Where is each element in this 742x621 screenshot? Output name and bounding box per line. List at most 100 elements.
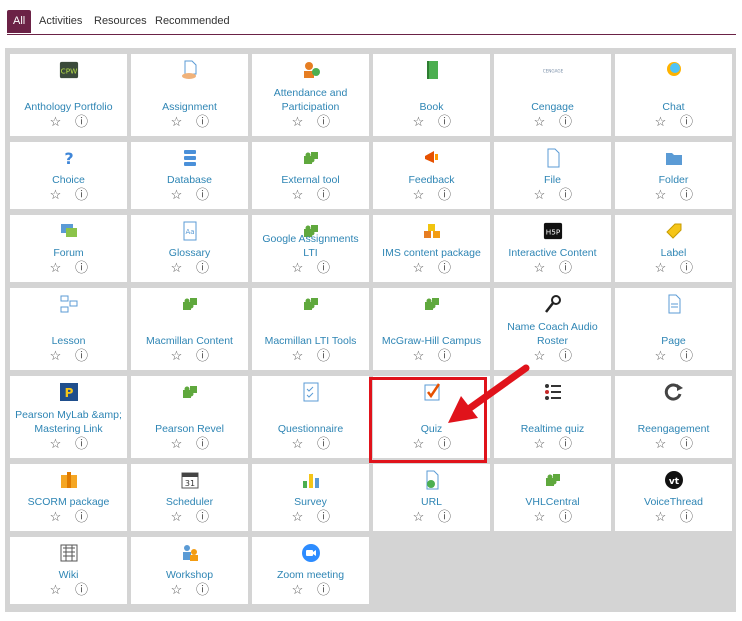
activity-name[interactable]: Label bbox=[618, 246, 729, 260]
star-icon[interactable]: ☆ bbox=[653, 188, 669, 202]
activity-tile[interactable]: H5P Interactive Content ☆ ⓘ bbox=[494, 215, 611, 282]
activity-tile[interactable]: Book ☆ ⓘ bbox=[373, 54, 490, 136]
activity-name[interactable]: Feedback bbox=[376, 173, 487, 187]
info-icon[interactable]: ⓘ bbox=[679, 349, 695, 363]
activity-tile[interactable]: Database ☆ ⓘ bbox=[131, 142, 248, 209]
star-icon[interactable]: ☆ bbox=[653, 349, 669, 363]
activity-tile[interactable]: Pearson Revel ☆ ⓘ bbox=[131, 376, 248, 458]
activity-tile[interactable]: Reengagement ☆ ⓘ bbox=[615, 376, 732, 458]
info-icon[interactable]: ⓘ bbox=[679, 437, 695, 451]
activity-tile[interactable]: Name Coach Audio Roster ☆ ⓘ bbox=[494, 288, 611, 370]
activity-tile[interactable]: Label ☆ ⓘ bbox=[615, 215, 732, 282]
activity-tile[interactable]: Lesson ☆ ⓘ bbox=[10, 288, 127, 370]
activity-tile[interactable]: IMS content package ☆ ⓘ bbox=[373, 215, 490, 282]
activity-tile[interactable]: Questionnaire ☆ ⓘ bbox=[252, 376, 369, 458]
star-icon[interactable]: ☆ bbox=[653, 115, 669, 129]
activity-name[interactable]: Anthology Portfolio bbox=[13, 100, 124, 114]
activity-tile[interactable]: CENGAGE Cengage ☆ ⓘ bbox=[494, 54, 611, 136]
activity-name[interactable]: VHLCentral bbox=[497, 495, 608, 509]
star-icon[interactable]: ☆ bbox=[532, 349, 548, 363]
info-icon[interactable]: ⓘ bbox=[74, 437, 90, 451]
activity-tile[interactable]: Survey ☆ ⓘ bbox=[252, 464, 369, 531]
activity-name[interactable]: Pearson Revel bbox=[134, 422, 245, 436]
star-icon[interactable]: ☆ bbox=[532, 510, 548, 524]
activity-tile[interactable]: VHLCentral ☆ ⓘ bbox=[494, 464, 611, 531]
star-icon[interactable]: ☆ bbox=[653, 261, 669, 275]
star-icon[interactable]: ☆ bbox=[532, 261, 548, 275]
activity-name[interactable]: Forum bbox=[13, 246, 124, 260]
info-icon[interactable]: ⓘ bbox=[74, 583, 90, 597]
star-icon[interactable]: ☆ bbox=[290, 349, 306, 363]
star-icon[interactable]: ☆ bbox=[48, 583, 64, 597]
star-icon[interactable]: ☆ bbox=[653, 510, 669, 524]
activity-tile[interactable]: 31 Scheduler ☆ ⓘ bbox=[131, 464, 248, 531]
activity-name[interactable]: Name Coach Audio Roster bbox=[497, 320, 608, 348]
star-icon[interactable]: ☆ bbox=[48, 437, 64, 451]
activity-tile[interactable]: Folder ☆ ⓘ bbox=[615, 142, 732, 209]
activity-name[interactable]: Chat bbox=[618, 100, 729, 114]
star-icon[interactable]: ☆ bbox=[169, 188, 185, 202]
activity-name[interactable]: Interactive Content bbox=[497, 246, 608, 260]
info-icon[interactable]: ⓘ bbox=[195, 510, 211, 524]
star-icon[interactable]: ☆ bbox=[169, 261, 185, 275]
activity-tile[interactable]: Aa Glossary ☆ ⓘ bbox=[131, 215, 248, 282]
info-icon[interactable]: ⓘ bbox=[558, 115, 574, 129]
tab-recommended[interactable]: Recommended bbox=[155, 10, 230, 33]
activity-tile[interactable]: Feedback ☆ ⓘ bbox=[373, 142, 490, 209]
info-icon[interactable]: ⓘ bbox=[437, 349, 453, 363]
activity-tile[interactable]: Page ☆ ⓘ bbox=[615, 288, 732, 370]
info-icon[interactable]: ⓘ bbox=[679, 115, 695, 129]
info-icon[interactable]: ⓘ bbox=[558, 349, 574, 363]
info-icon[interactable]: ⓘ bbox=[195, 261, 211, 275]
star-icon[interactable]: ☆ bbox=[653, 437, 669, 451]
info-icon[interactable]: ⓘ bbox=[74, 349, 90, 363]
info-icon[interactable]: ⓘ bbox=[437, 261, 453, 275]
info-icon[interactable]: ⓘ bbox=[316, 510, 332, 524]
activity-tile[interactable]: vt VoiceThread ☆ ⓘ bbox=[615, 464, 732, 531]
info-icon[interactable]: ⓘ bbox=[558, 188, 574, 202]
star-icon[interactable]: ☆ bbox=[532, 437, 548, 451]
activity-name[interactable]: Choice bbox=[13, 173, 124, 187]
activity-name[interactable]: Folder bbox=[618, 173, 729, 187]
info-icon[interactable]: ⓘ bbox=[679, 510, 695, 524]
activity-tile[interactable]: Realtime quiz ☆ ⓘ bbox=[494, 376, 611, 458]
star-icon[interactable]: ☆ bbox=[48, 261, 64, 275]
info-icon[interactable]: ⓘ bbox=[316, 437, 332, 451]
info-icon[interactable]: ⓘ bbox=[74, 261, 90, 275]
activity-tile[interactable]: Forum ☆ ⓘ bbox=[10, 215, 127, 282]
activity-name[interactable]: Realtime quiz bbox=[497, 422, 608, 436]
activity-tile[interactable]: URL ☆ ⓘ bbox=[373, 464, 490, 531]
star-icon[interactable]: ☆ bbox=[290, 188, 306, 202]
activity-name[interactable]: Assignment bbox=[134, 100, 245, 114]
star-icon[interactable]: ☆ bbox=[48, 349, 64, 363]
star-icon[interactable]: ☆ bbox=[169, 583, 185, 597]
activity-tile[interactable]: Workshop ☆ ⓘ bbox=[131, 537, 248, 604]
activity-tile[interactable]: SCORM package ☆ ⓘ bbox=[10, 464, 127, 531]
activity-tile[interactable]: CPW Anthology Portfolio ☆ ⓘ bbox=[10, 54, 127, 136]
info-icon[interactable]: ⓘ bbox=[679, 188, 695, 202]
activity-name[interactable]: Reengagement bbox=[618, 422, 729, 436]
activity-name[interactable]: Survey bbox=[255, 495, 366, 509]
activity-tile[interactable]: Macmillan Content ☆ ⓘ bbox=[131, 288, 248, 370]
activity-name[interactable]: Glossary bbox=[134, 246, 245, 260]
info-icon[interactable]: ⓘ bbox=[437, 437, 453, 451]
activity-name[interactable]: IMS content package bbox=[376, 246, 487, 260]
activity-name[interactable]: Questionnaire bbox=[255, 422, 366, 436]
info-icon[interactable]: ⓘ bbox=[195, 437, 211, 451]
info-icon[interactable]: ⓘ bbox=[316, 115, 332, 129]
star-icon[interactable]: ☆ bbox=[290, 115, 306, 129]
activity-name[interactable]: Lesson bbox=[13, 334, 124, 348]
star-icon[interactable]: ☆ bbox=[169, 437, 185, 451]
activity-name[interactable]: URL bbox=[376, 495, 487, 509]
activity-name[interactable]: File bbox=[497, 173, 608, 187]
activity-tile[interactable]: Google Assignments LTI ☆ ⓘ bbox=[252, 215, 369, 282]
info-icon[interactable]: ⓘ bbox=[316, 583, 332, 597]
star-icon[interactable]: ☆ bbox=[411, 437, 427, 451]
activity-tile[interactable]: External tool ☆ ⓘ bbox=[252, 142, 369, 209]
activity-name[interactable]: Macmillan Content bbox=[134, 334, 245, 348]
info-icon[interactable]: ⓘ bbox=[195, 583, 211, 597]
activity-name[interactable]: Database bbox=[134, 173, 245, 187]
activity-name[interactable]: Google Assignments LTI bbox=[255, 232, 366, 260]
info-icon[interactable]: ⓘ bbox=[195, 188, 211, 202]
info-icon[interactable]: ⓘ bbox=[437, 188, 453, 202]
